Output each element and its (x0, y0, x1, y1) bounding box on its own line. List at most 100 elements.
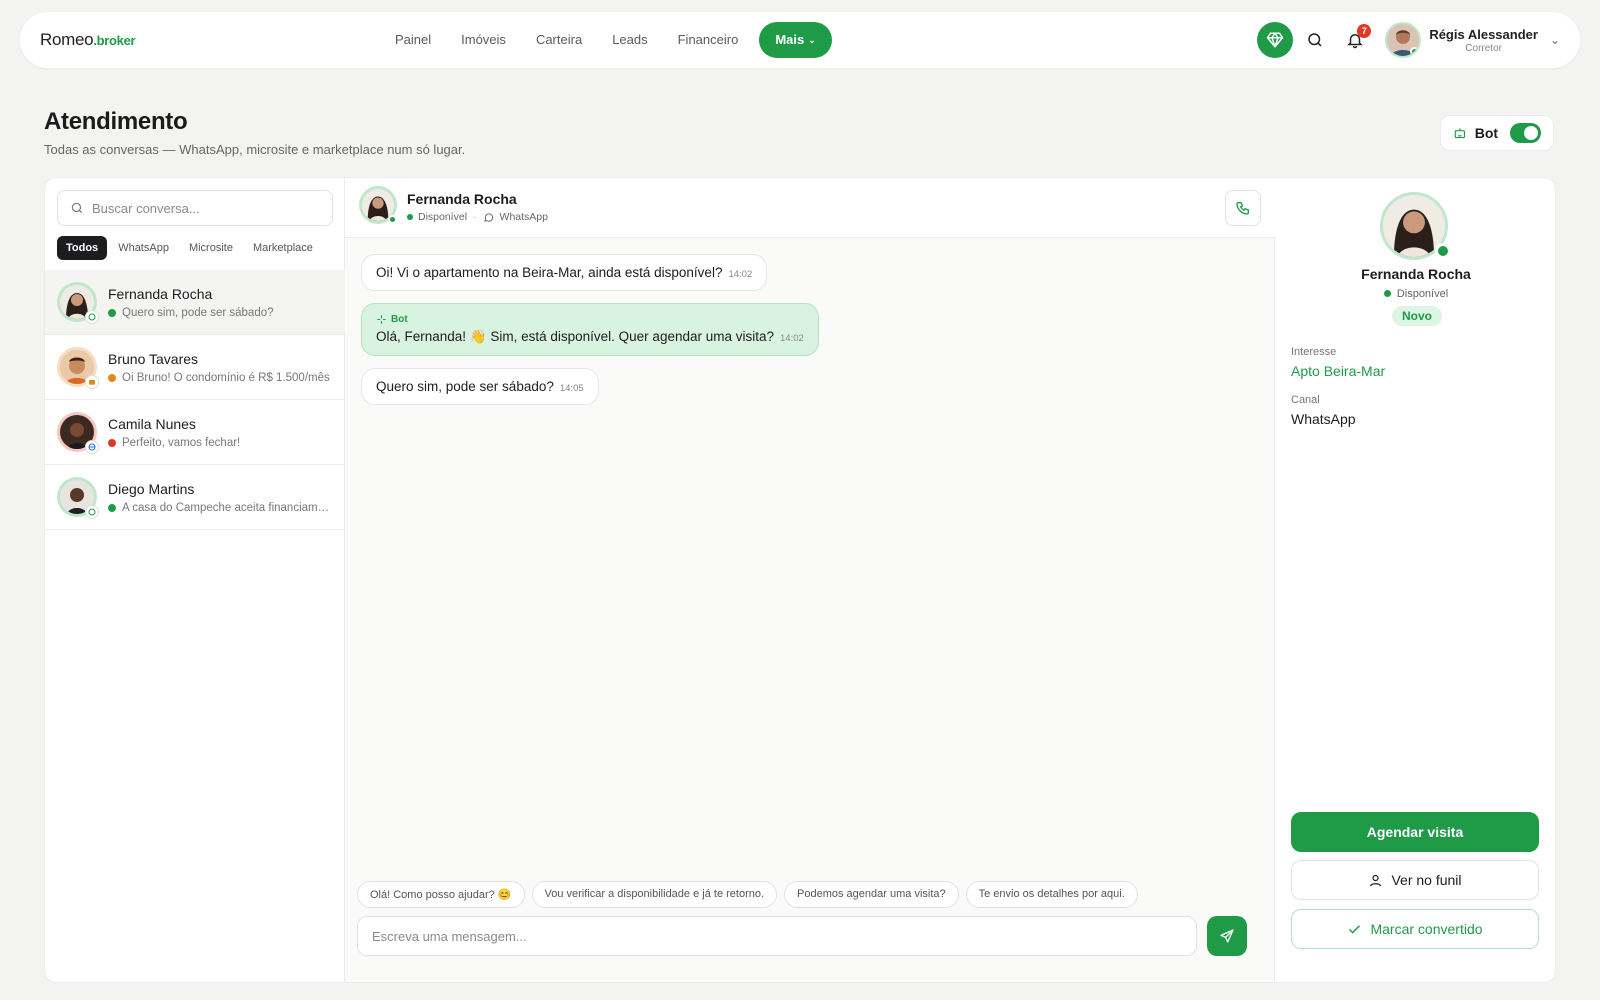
online-indicator (388, 215, 397, 224)
nav-more-label: Mais (775, 32, 805, 47)
page-subtitle: Todas as conversas — WhatsApp, microsite… (44, 142, 466, 157)
message-input[interactable] (372, 928, 1172, 944)
conversation-list-column: Todos WhatsApp Microsite Marketplace Fer… (45, 178, 345, 982)
schedule-visit-label: Agendar visita (1366, 824, 1464, 840)
nav-more-button[interactable]: Mais ⌄ (759, 22, 832, 58)
filter-tab-microsite[interactable]: Microsite (180, 236, 242, 260)
conversation-search-input[interactable] (92, 200, 312, 216)
send-icon (1220, 929, 1234, 943)
conversation-item[interactable]: Diego Martins A casa do Campeche aceita … (45, 465, 345, 530)
avatar (359, 186, 397, 224)
conversation-item[interactable]: Bruno Tavares Oi Bruno! O condomínio é R… (45, 335, 345, 400)
message-text: Olá, Fernanda! 👋 Sim, está disponível. Q… (376, 329, 775, 344)
nav-item-leads[interactable]: Leads (597, 22, 662, 58)
mark-converted-button[interactable]: Marcar convertido (1291, 909, 1539, 949)
conversation-name: Bruno Tavares (108, 350, 199, 367)
globe-icon (85, 440, 99, 454)
conversation-list: Fernanda Rocha Quero sim, pode ser sábad… (45, 270, 345, 530)
chat-header: Fernanda Rocha Disponível · WhatsApp (345, 178, 1275, 238)
bot-toggle-label: Bot (1474, 125, 1499, 141)
conversation-preview: Perfeito, vamos fechar! (122, 436, 241, 449)
brand-logo[interactable]: Romeo.broker (40, 30, 136, 50)
conversation-item[interactable]: Fernanda Rocha Quero sim, pode ser sábad… (45, 270, 345, 335)
status-dot (108, 438, 116, 447)
schedule-visit-button[interactable]: Agendar visita (1291, 812, 1539, 852)
phone-icon (1236, 202, 1249, 215)
whatsapp-icon (85, 310, 99, 324)
bot-tag: Bot (376, 314, 804, 325)
conversation-name: Diego Martins (108, 480, 195, 497)
status-dot (1383, 290, 1391, 297)
message-text: Oi! Vi o apartamento na Beira-Mar, ainda… (376, 265, 723, 280)
online-indicator (1435, 243, 1451, 259)
user-info: Régis Alessander Corretor (1429, 27, 1538, 54)
conversation-name: Fernanda Rocha (108, 285, 213, 302)
avatar (57, 412, 99, 454)
view-funnel-label: Ver no funil (1391, 872, 1462, 888)
conversation-name: Camila Nunes (108, 415, 196, 432)
nav-item-painel[interactable]: Painel (380, 22, 446, 58)
whatsapp-icon (85, 505, 99, 519)
message-time: 14:02 (728, 269, 753, 280)
message-bubble-bot: Bot Olá, Fernanda! 👋 Sim, está disponíve… (361, 303, 819, 356)
lead-stage-badge: Novo (1392, 306, 1442, 326)
status-dot (108, 373, 116, 382)
message-text: Quero sim, pode ser sábado? (376, 379, 554, 394)
channel-filter-tabs: Todos WhatsApp Microsite Marketplace (57, 236, 324, 260)
quick-reply-chip[interactable]: Vou verificar a disponibilidade e já te … (531, 881, 778, 908)
conversation-preview: Quero sim, pode ser sábado? (122, 306, 274, 319)
channel-value: WhatsApp (1291, 411, 1356, 427)
search-icon (1308, 33, 1322, 47)
avatar (57, 282, 99, 324)
nav-item-financeiro[interactable]: Financeiro (663, 22, 754, 58)
lead-name: Fernanda Rocha (1361, 266, 1471, 282)
mark-converted-label: Marcar convertido (1370, 921, 1483, 937)
lead-status-text: Disponível (1396, 288, 1449, 300)
quick-reply-chip[interactable]: Olá! Como posso ajudar? 😊 (357, 881, 525, 908)
filter-tab-marketplace[interactable]: Marketplace (244, 236, 322, 260)
bot-toggle-switch[interactable] (1510, 123, 1541, 143)
quick-reply-chip[interactable]: Podemos agendar uma visita? (784, 881, 959, 908)
quick-replies: Olá! Como posso ajudar? 😊 Vou verificar … (357, 881, 1145, 908)
filter-tab-todos[interactable]: Todos (57, 236, 108, 260)
user-menu[interactable]: Régis Alessander Corretor ⌄ (1385, 22, 1560, 58)
sparkle-icon (377, 315, 386, 324)
chevron-down-icon: ⌄ (808, 35, 816, 45)
marketplace-icon (85, 375, 99, 389)
nav-item-imoveis[interactable]: Imóveis (446, 22, 521, 58)
user-icon (1370, 874, 1382, 886)
header-tools: 7 Régis Alessander Corretor ⌄ (1257, 20, 1560, 60)
robot-icon (1454, 128, 1466, 139)
chat-contact-channel: WhatsApp (499, 211, 548, 223)
avatar (57, 347, 99, 389)
online-indicator (1410, 47, 1420, 56)
bot-toggle-control: Bot (1440, 115, 1554, 151)
message-thread: Oi! Vi o apartamento na Beira-Mar, ainda… (361, 254, 1261, 417)
call-button[interactable] (1225, 190, 1261, 226)
check-icon (1349, 924, 1361, 934)
diamond-icon (1267, 32, 1284, 48)
inbox-panel: Todos WhatsApp Microsite Marketplace Fer… (44, 177, 1556, 983)
channel-label: Canal (1291, 394, 1320, 406)
interest-label: Interesse (1291, 346, 1337, 358)
search-icon (71, 202, 83, 214)
chat-contact-meta: Disponível · WhatsApp (407, 211, 548, 223)
view-funnel-button[interactable]: Ver no funil (1291, 860, 1539, 900)
send-button[interactable] (1207, 916, 1247, 956)
user-avatar (1385, 22, 1422, 58)
search-box (57, 190, 333, 226)
conversation-item[interactable]: Camila Nunes Perfeito, vamos fechar! (45, 400, 345, 465)
bot-tag-label: Bot (391, 314, 408, 325)
nav-item-carteira[interactable]: Carteira (521, 22, 597, 58)
chevron-down-icon: ⌄ (1549, 33, 1560, 47)
filter-tab-whatsapp[interactable]: WhatsApp (109, 236, 178, 260)
notifications-button[interactable]: 7 (1337, 22, 1373, 58)
interest-value[interactable]: Apto Beira-Mar (1291, 363, 1385, 379)
message-bubble-incoming: Quero sim, pode ser sábado? 14:05 (361, 368, 599, 405)
message-time: 14:05 (559, 383, 584, 394)
message-compose-box (357, 916, 1197, 956)
status-dot (108, 503, 116, 512)
search-button[interactable] (1297, 22, 1333, 58)
premium-button[interactable] (1257, 22, 1294, 58)
quick-reply-chip[interactable]: Te envio os detalhes por aqui. (965, 881, 1138, 908)
